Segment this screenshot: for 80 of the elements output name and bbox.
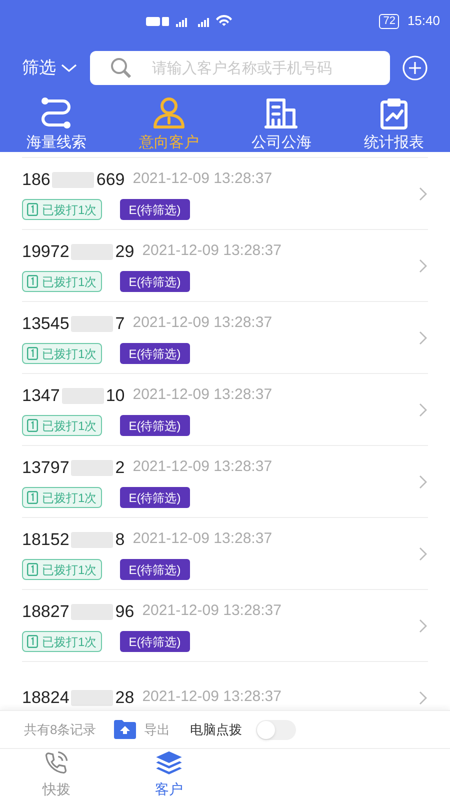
phone-number-end: 2 <box>115 456 125 479</box>
route-icon <box>39 96 74 130</box>
call-count-tag: 已拨打1次 <box>22 559 102 580</box>
record-time: 2021-12-09 13:28:37 <box>132 529 272 550</box>
phone-number-start: 13545 <box>22 312 70 335</box>
phone-number-start: 19972 <box>22 240 70 263</box>
call-count-tag: 已拨打1次 <box>22 487 102 508</box>
filter-dropdown[interactable]: 筛选 <box>22 55 78 81</box>
record-time: 2021-12-09 13:28:37 <box>132 385 272 406</box>
chevron-right-icon <box>418 474 428 490</box>
customer-row[interactable]: 1347 10 2021-12-09 13:28:37 已拨打1次 E(待筛选) <box>22 374 428 446</box>
sim-card-icon <box>27 635 38 648</box>
phone-number-start: 1347 <box>22 384 60 407</box>
phone-number-end: 28 <box>115 686 134 709</box>
level-tag: E(待筛选) <box>120 343 190 364</box>
chevron-right-icon <box>418 186 428 202</box>
phone-number-end: 669 <box>96 168 125 191</box>
blur-patch <box>71 690 114 706</box>
customer-row[interactable]: 13545 7 2021-12-09 13:28:37 已拨打1次 E(待筛选) <box>22 302 428 374</box>
chevron-right-icon <box>418 690 428 706</box>
category-tab[interactable]: 统计报表 <box>338 96 450 154</box>
customer-row[interactable]: 13797 2 2021-12-09 13:28:37 已拨打1次 E(待筛选) <box>22 446 428 518</box>
sim-card-icon <box>27 491 38 504</box>
phone-number-start: 18152 <box>22 528 70 551</box>
record-time: 2021-12-09 13:28:37 <box>132 169 272 190</box>
level-tag: E(待筛选) <box>120 631 190 652</box>
phone-number-start: 18824 <box>22 686 70 709</box>
record-time: 2021-12-09 13:28:37 <box>142 601 282 622</box>
level-tag: E(待筛选) <box>120 559 190 580</box>
battery-level: 72 <box>379 14 400 28</box>
chevron-right-icon <box>418 402 428 418</box>
level-tag: E(待筛选) <box>120 199 190 220</box>
phone-number-end: 10 <box>106 384 125 407</box>
chevron-right-icon <box>418 330 428 346</box>
pc-dial-label: 电脑点拨 <box>190 720 242 739</box>
phone-icon <box>43 750 70 776</box>
customer-row[interactable]: 186 669 2021-12-09 13:28:37 已拨打1次 E(待筛选) <box>22 158 428 230</box>
level-tag: E(待筛选) <box>120 415 190 436</box>
record-time: 2021-12-09 13:28:37 <box>142 687 282 708</box>
record-time: 2021-12-09 13:28:37 <box>132 313 272 334</box>
sim-card-icon <box>27 203 38 216</box>
record-time: 2021-12-09 13:28:37 <box>142 241 282 262</box>
level-tag: E(待筛选) <box>120 271 190 292</box>
category-tab[interactable]: 公司公海 <box>225 96 338 154</box>
person-icon <box>152 96 186 130</box>
phone-number-start: 13797 <box>22 456 70 479</box>
status-time: 15:40 <box>407 12 440 30</box>
sim-card-icon <box>27 563 38 576</box>
phone-number-start: 186 <box>22 168 50 191</box>
sim-card-icon <box>27 347 38 360</box>
bottom-nav-item[interactable]: 客户 <box>112 749 225 800</box>
phone-number-end: 29 <box>115 240 134 263</box>
call-count-tag: 已拨打1次 <box>22 343 102 364</box>
phone-number-end: 8 <box>115 528 125 551</box>
phone-number-start: 18827 <box>22 600 70 623</box>
customer-row[interactable]: 18152 8 2021-12-09 13:28:37 已拨打1次 E(待筛选) <box>22 518 428 590</box>
record-count: 共有8条记录 <box>24 720 96 739</box>
sim-card-icon <box>27 419 38 432</box>
chevron-right-icon <box>418 618 428 634</box>
call-count-tag: 已拨打1次 <box>22 199 102 220</box>
layers-icon <box>154 750 183 776</box>
sim-card-icon <box>27 275 38 288</box>
customer-row[interactable]: 18827 96 2021-12-09 13:28:37 已拨打1次 E(待筛选) <box>22 590 428 662</box>
building-icon <box>264 96 298 130</box>
category-tab[interactable]: 海量线索 <box>0 96 112 154</box>
phone-number-end: 96 <box>115 600 134 623</box>
customer-row[interactable]: 19972 29 2021-12-09 13:28:37 已拨打1次 E(待筛选) <box>22 230 428 302</box>
record-time: 2021-12-09 13:28:37 <box>132 457 272 478</box>
chevron-down-icon <box>60 62 78 74</box>
search-icon <box>110 57 132 79</box>
upload-folder-icon <box>114 720 136 739</box>
chevron-right-icon <box>418 546 428 562</box>
call-count-tag: 已拨打1次 <box>22 631 102 652</box>
call-count-tag: 已拨打1次 <box>22 415 102 436</box>
chevron-right-icon <box>418 258 428 274</box>
add-button[interactable] <box>402 55 428 81</box>
pc-dial-switch[interactable] <box>256 720 296 740</box>
call-count-tag: 已拨打1次 <box>22 271 102 292</box>
phone-number-end: 7 <box>115 312 125 335</box>
level-tag: E(待筛选) <box>120 487 190 508</box>
